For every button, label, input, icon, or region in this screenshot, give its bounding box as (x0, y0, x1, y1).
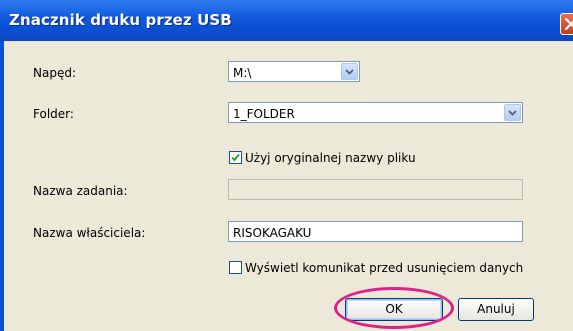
folder-dropdown-button[interactable] (504, 104, 521, 121)
drive-value: M:\ (233, 66, 252, 80)
job-name-label: Nazwa zadania: (33, 184, 128, 198)
title-bar[interactable]: Znacznik druku przez USB (0, 0, 573, 41)
folder-select[interactable]: 1_FOLDER (228, 102, 523, 123)
chevron-down-icon (345, 69, 354, 75)
checkmark-icon (231, 153, 240, 162)
owner-name-label: Nazwa właściciela: (33, 226, 146, 240)
dialog-body: Napęd: M:\ Folder: 1_FOLDER Użyj orygina… (4, 41, 573, 331)
use-original-name-label[interactable]: Użyj oryginalnej nazwy pliku (245, 151, 416, 165)
drive-select[interactable]: M:\ (228, 61, 360, 82)
close-icon (564, 17, 573, 31)
show-message-label[interactable]: Wyświetl komunikat przed usunięciem dany… (245, 261, 523, 275)
owner-name-value: RISOKAGAKU (233, 226, 312, 240)
job-name-field[interactable] (228, 179, 523, 200)
owner-name-field[interactable]: RISOKAGAKU (228, 221, 523, 242)
drive-label: Napęd: (33, 66, 76, 80)
chevron-down-icon (508, 110, 517, 116)
show-message-checkbox[interactable] (229, 261, 242, 274)
window-title: Znacznik druku przez USB (9, 11, 232, 29)
close-button[interactable] (560, 13, 573, 35)
use-original-name-checkbox[interactable] (229, 151, 242, 164)
folder-label: Folder: (33, 107, 74, 121)
dialog-window: Znacznik druku przez USB Napęd: M:\ Fold… (0, 0, 573, 331)
drive-dropdown-button[interactable] (341, 63, 358, 80)
ok-highlight-annotation (334, 287, 454, 329)
folder-value: 1_FOLDER (233, 107, 295, 121)
cancel-button[interactable]: Anuluj (458, 298, 534, 321)
